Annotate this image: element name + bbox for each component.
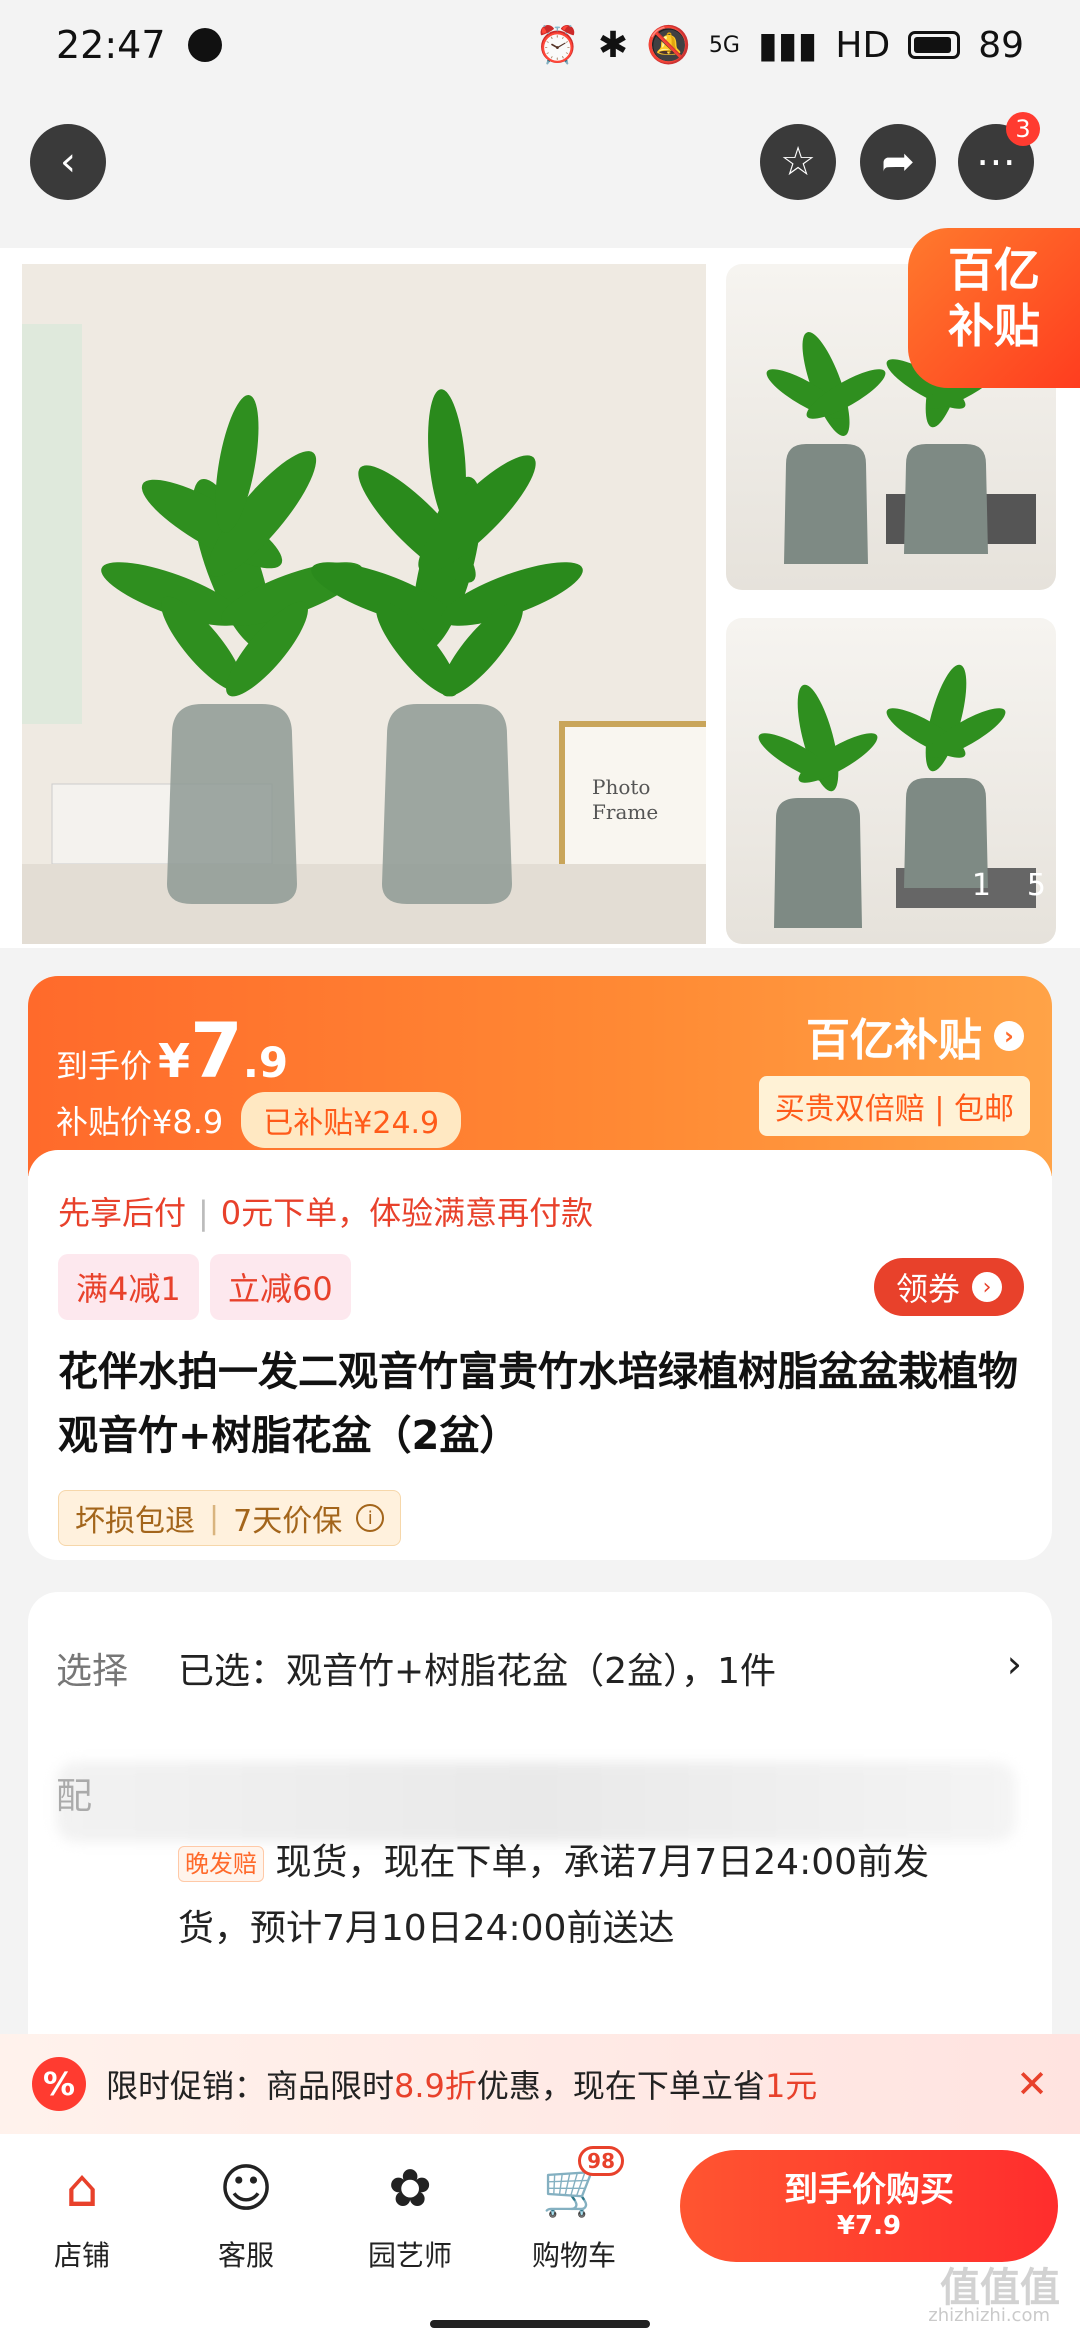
tab-cart[interactable]: 🛒 98 购物车 — [504, 2144, 644, 2274]
tab-label: 购物车 — [531, 2239, 616, 2272]
battery-icon — [908, 31, 961, 59]
chevron-left-icon: ‹ — [60, 139, 76, 185]
promo-discount: 8.9折 — [394, 2067, 477, 2105]
info-icon: i — [356, 1504, 385, 1532]
share-button[interactable]: ➦ — [860, 124, 936, 200]
tab-label: 客服 — [217, 2239, 274, 2272]
service-badges[interactable]: 坏损包退 | 7天价保 i — [58, 1490, 402, 1546]
share-icon: ➦ — [881, 139, 915, 185]
tab-store[interactable]: ⌂ 店铺 — [12, 2144, 152, 2274]
bottom-action-bar: ⌂ 店铺 ☺ 客服 ✿ 园艺师 🛒 98 购物车 到手价购买 ¥7.9 — [0, 2134, 1080, 2340]
separator: | — [209, 1500, 220, 1536]
promo-middle: 优惠，现在下单立省 — [476, 2067, 765, 2105]
promo-banner[interactable]: % 限时促销：商品限时 8.9折 优惠，现在下单立省 1元 ✕ — [0, 2034, 1080, 2134]
subsidy-price: 补贴价¥8.9 — [56, 1103, 224, 1141]
plant-illustration: Photo Frame — [22, 264, 706, 944]
pager-current: 1 — [971, 868, 991, 903]
shipping-label: 配 — [56, 1776, 93, 1817]
pay-later-label: 先享后付 — [58, 1194, 187, 1232]
favorite-button[interactable]: ☆ — [760, 124, 836, 200]
price-decimal: .9 — [242, 1038, 289, 1087]
svg-text:Frame: Frame — [592, 800, 658, 824]
promo-prefix: 限时促销：商品限时 — [106, 2067, 395, 2105]
currency-symbol: ¥ — [158, 1034, 191, 1088]
spec-select-card: 选择 已选：观音竹+树脂花盆（2盆），1件 › 配 晚发赔 现货，现在下单，承诺… — [28, 1592, 1052, 2052]
buy-label: 到手价购买 — [784, 2170, 954, 2210]
signal-icon: ▮▮▮ — [757, 24, 818, 66]
pay-later-desc: 0元下单，体验满意再付款 — [220, 1194, 594, 1232]
late-compensation-tag: 晚发赔 — [178, 1846, 264, 1882]
alarm-icon: ⏰ — [535, 25, 580, 66]
final-price: 到手价 ¥ 7 .9 — [56, 1006, 288, 1095]
subsidy-program-label: 百亿补贴 — [806, 1015, 982, 1066]
pay-later-row[interactable]: 先享后付 | 0元下单，体验满意再付款 — [58, 1188, 593, 1234]
subsidized-amount: 已补贴¥24.9 — [241, 1092, 462, 1148]
chevron-right-icon: › — [972, 1272, 1002, 1302]
bluetooth-icon: ✱ — [597, 24, 629, 66]
store-icon: ⌂ — [65, 2159, 99, 2219]
percent-icon: % — [32, 2057, 86, 2111]
back-button[interactable]: ‹ — [30, 124, 106, 200]
buy-button[interactable]: 到手价购买 ¥7.9 — [680, 2150, 1058, 2262]
more-badge: 3 — [1006, 112, 1040, 146]
battery-level: 89 — [978, 24, 1024, 66]
chevron-right-icon[interactable]: › — [1007, 1642, 1022, 1686]
tab-label: 园艺师 — [367, 2239, 452, 2272]
more-button[interactable]: ⋯ 3 — [958, 112, 1040, 200]
subsidy-tag-line2: 补贴 — [948, 299, 1040, 353]
promo-save: 1元 — [764, 2067, 818, 2105]
shipping-info: 晚发赔 现货，现在下单，承诺7月7日24:00前发货，预计7月10日24:00前… — [178, 1830, 998, 1962]
subsidy-corner-tag: 百亿 补贴 — [908, 228, 1080, 388]
buy-price: ¥7.9 — [836, 2211, 902, 2241]
status-time: 22:47 — [56, 23, 166, 67]
main-product-image[interactable]: Photo Frame — [22, 264, 706, 944]
gallery-pager: 1 5 — [972, 868, 1046, 903]
subsidy-tag-line1: 百亿 — [948, 243, 1040, 297]
separator: | — [198, 1194, 209, 1232]
more-icon: ⋯ — [976, 139, 1016, 185]
notification-dot-icon — [187, 28, 222, 62]
price-card: 到手价 ¥ 7 .9 补贴价¥8.9 已补贴¥24.9 百亿补贴 › 买贵双倍赔… — [28, 976, 1052, 1176]
coupon-tag[interactable]: 满4减1 — [58, 1254, 199, 1320]
cart-count: 98 — [578, 2146, 624, 2176]
mute-icon: 🔕 — [646, 25, 691, 66]
coupon-tag[interactable]: 立减60 — [210, 1254, 351, 1320]
subsidy-program-link[interactable]: 百亿补贴 › — [806, 1004, 1024, 1068]
tab-customer-service[interactable]: ☺ 客服 — [176, 2144, 316, 2274]
close-icon[interactable]: ✕ — [1016, 2062, 1048, 2106]
product-title: 花伴水拍一发二观音竹富贵竹水培绿植树脂盆盆栽植物 观音竹+树脂花盆（2盆） — [58, 1349, 1018, 1459]
selected-spec[interactable]: 已选：观音竹+树脂花盆（2盆），1件 — [178, 1642, 776, 1694]
subsidy-price-row: 补贴价¥8.9 已补贴¥24.9 — [56, 1092, 462, 1148]
star-icon: ☆ — [780, 139, 816, 185]
price-integer: 7 — [190, 1006, 243, 1095]
service-damage-return: 坏损包退 — [75, 1504, 195, 1539]
home-indicator[interactable] — [430, 2320, 650, 2328]
tab-label: 店铺 — [53, 2239, 110, 2272]
status-bar: 22:47 ⏰ ✱ 🔕 5G ▮▮▮ HD 89 — [0, 0, 1080, 90]
chat-icon: ☺ — [218, 2159, 274, 2219]
get-coupon-button[interactable]: 领券 › — [873, 1258, 1024, 1316]
status-icons: ⏰ ✱ 🔕 5G ▮▮▮ HD 89 — [535, 24, 1024, 67]
watermark-url: zhizhizhi.com — [928, 2305, 1050, 2326]
network-label: 5G — [708, 32, 740, 58]
product-info-card: 先享后付 | 0元下单，体验满意再付款 满4减1 立减60 领券 › 花伴水拍一发二… — [28, 1150, 1052, 1560]
tab-gardener[interactable]: ✿ 园艺师 — [340, 2144, 480, 2274]
pager-total: 5 — [1026, 868, 1046, 903]
shipping-text: 现货，现在下单，承诺7月7日24:00前发货，预计7月10日24:00前送达 — [178, 1842, 930, 1949]
chevron-right-icon: › — [994, 1021, 1024, 1051]
get-coupon-label: 领券 — [895, 1270, 960, 1308]
hd-label: HD — [835, 24, 891, 66]
gardener-icon: ✿ — [388, 2159, 432, 2219]
final-price-label: 到手价 — [56, 1047, 153, 1085]
service-price-protect: 7天价保 — [233, 1504, 343, 1539]
select-label: 选择 — [56, 1651, 129, 1692]
cart-icon: 🛒 98 — [504, 2144, 644, 2234]
svg-text:Photo: Photo — [592, 775, 650, 799]
guarantee-badge[interactable]: 买贵双倍赔 | 包邮 — [758, 1076, 1030, 1136]
